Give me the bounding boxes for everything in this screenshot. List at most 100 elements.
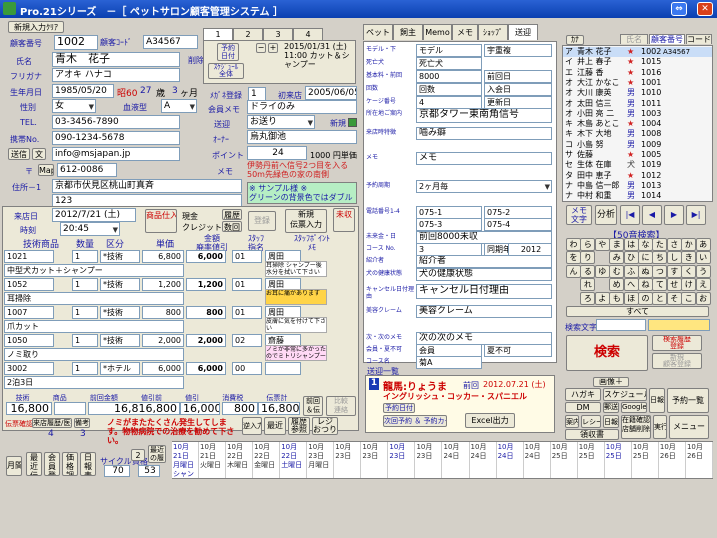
kana-button[interactable]: る <box>580 264 596 278</box>
kana-button[interactable]: の <box>638 291 653 305</box>
row-price[interactable]: 800 <box>142 306 184 319</box>
row-name[interactable]: 耳掃除 <box>4 292 184 305</box>
kana-button[interactable]: と <box>652 291 668 305</box>
pet-field-value2[interactable]: 075-4 <box>484 218 552 231</box>
kana-button[interactable]: ち <box>652 251 668 265</box>
pet-tab[interactable]: Memo <box>423 24 452 40</box>
pet-field-value2[interactable]: 宇重複 <box>484 44 552 57</box>
right-tab-code[interactable]: コード <box>686 34 712 44</box>
customer-id-field[interactable]: 1002 <box>54 35 98 50</box>
new-checkbox[interactable] <box>348 118 357 127</box>
zip-field[interactable]: 612-0086 <box>57 163 117 177</box>
nav-first-button[interactable]: |◀ <box>620 205 640 225</box>
row-name[interactable]: ノミ取り <box>4 348 184 361</box>
all-button[interactable]: すべて <box>566 306 709 317</box>
pet-tab[interactable]: ｼｮｯﾌﾟ <box>478 24 508 40</box>
daily-report2-button[interactable]: 日報 <box>603 415 619 428</box>
postcard-button[interactable]: ハガキ <box>565 388 601 401</box>
member-memo-field[interactable]: ドライのみ <box>247 100 357 114</box>
recent-history-button[interactable]: 最近 の履歴 <box>148 445 166 463</box>
row-name[interactable]: 2泊3日 <box>4 376 184 389</box>
schedule-cell[interactable]: 10月23日 月曜日 <box>307 442 335 478</box>
kana-button[interactable]: ろ <box>580 291 596 305</box>
customer-list-row[interactable]: ア 青木 花子 ★ 1002 A34567 <box>563 47 712 57</box>
send-type-select[interactable]: お送り <box>247 115 315 129</box>
kana-button[interactable]: せ <box>666 278 682 292</box>
daily-button[interactable]: 日報 <box>649 388 665 413</box>
pet-tab[interactable]: ペット <box>363 24 393 40</box>
pet-field-value2[interactable]: 入会日 <box>484 83 552 96</box>
kana-button[interactable]: な <box>638 238 653 251</box>
kana-button[interactable]: に <box>638 251 653 265</box>
reservation-list-button[interactable]: 予約一覧 <box>667 388 709 413</box>
customer-list-row[interactable]: オ 太田 信三 男 1011 <box>563 99 712 109</box>
register-button[interactable]: 登録 <box>248 211 276 231</box>
customer-list-row[interactable]: エ 江藤 香 ★ 1016 <box>563 68 712 78</box>
row-amount[interactable]: 6,000 <box>186 250 226 263</box>
kana-button[interactable]: て <box>652 278 668 292</box>
row-amount[interactable]: 2,000 <box>186 334 226 347</box>
pet-tab[interactable]: 送迎 <box>508 24 538 40</box>
history-button[interactable]: 履歴 <box>222 209 242 220</box>
row-qty[interactable]: 1 <box>72 278 98 291</box>
history-reference-button[interactable]: 履歴 参照 <box>288 417 310 435</box>
nav-prev-button[interactable]: ◀ <box>642 205 662 225</box>
customer-list-row[interactable]: オ 大江 かなこ ★ 1001 <box>563 78 712 88</box>
mail-button[interactable]: 文 <box>32 148 46 160</box>
row-disc[interactable]: 02 <box>232 334 262 347</box>
member-register-button[interactable]: 会員 登録 <box>44 452 60 476</box>
new-slip-button[interactable]: 新規 伝票入力 <box>285 209 327 233</box>
excel-output-button[interactable]: Excel出力 <box>465 413 515 428</box>
map-button[interactable]: Map <box>38 164 54 176</box>
kana-search-button[interactable]: ｶﾅ <box>566 35 584 45</box>
image-plus-button[interactable]: 画像＋ <box>593 377 629 387</box>
customer-list-row[interactable]: ナ 中島 信一郎 男 1013 <box>563 181 712 191</box>
row-price[interactable]: 1,200 <box>142 278 184 291</box>
row-code[interactable]: 1007 <box>4 306 54 319</box>
row-code[interactable]: 1050 <box>4 334 54 347</box>
right-tab-name[interactable]: 氏名 <box>620 34 648 44</box>
kana-button[interactable]: れ <box>580 278 596 292</box>
schedule-cell[interactable]: 10月25日 <box>577 442 605 478</box>
row-code[interactable]: 1052 <box>4 278 54 291</box>
row-disc[interactable]: 01 <box>232 278 262 291</box>
row-price[interactable]: 2,000 <box>142 334 184 347</box>
stepper-plus-button[interactable]: + <box>268 43 278 53</box>
nav-next-button[interactable]: ▶ <box>664 205 684 225</box>
schedule-cell[interactable]: 10月22日 木曜日 <box>226 442 254 478</box>
customer-list-row[interactable]: オ 大川 康英 男 1010 <box>563 88 712 98</box>
execute-button[interactable]: 実行 <box>653 415 667 439</box>
row-price[interactable]: 6,000 <box>142 362 184 375</box>
customer-list-row[interactable]: キ 木島 あとこ ★ 1004 <box>563 119 712 129</box>
pet-field-value[interactable]: 075-3 <box>416 218 482 231</box>
time-select[interactable]: 20:45 <box>60 222 120 236</box>
send-button[interactable]: 送信 <box>8 148 30 160</box>
monthly-button[interactable]: 月間 <box>6 456 22 476</box>
owner-field[interactable]: 烏丸御池 <box>247 130 357 144</box>
pet-field-value[interactable]: 菊A <box>416 356 482 369</box>
row-memo[interactable] <box>265 362 301 375</box>
pay-cash-radio[interactable]: 現金 <box>182 211 198 222</box>
menu-button[interactable]: メニュー <box>669 415 709 439</box>
register-change-button[interactable]: レジ おつり <box>312 417 338 435</box>
kana-button[interactable]: み <box>609 251 625 265</box>
furigana-field[interactable]: アオキ ハナコ <box>52 68 180 82</box>
kana-button[interactable]: ひ <box>623 251 639 265</box>
row-qty[interactable]: 1 <box>72 362 98 375</box>
pet-field-value[interactable]: 美容クレーム <box>416 305 552 318</box>
email-field[interactable]: info@msjapan.jp <box>52 147 180 161</box>
row-name[interactable]: 中型犬カット＋シャンプー <box>4 264 184 277</box>
kana-button[interactable]: う <box>695 264 711 278</box>
kana-button[interactable]: ぬ <box>638 264 653 278</box>
pet-field-value2[interactable]: 夏不可 <box>484 344 552 357</box>
customer-list-row[interactable]: ナ 中村 和重 男 1014 <box>563 191 712 201</box>
kana-button[interactable]: た <box>652 238 668 251</box>
schedule-cell[interactable]: 10月23日 <box>415 442 443 478</box>
stepper-minus-button[interactable]: − <box>256 43 266 53</box>
first-visit-field[interactable]: 2005/06/05 <box>305 86 357 100</box>
kana-button[interactable]: わ <box>566 238 581 251</box>
goods-purchase-button[interactable]: 商品仕入 <box>145 209 177 233</box>
schedule-cell[interactable]: 10月23日 <box>334 442 362 478</box>
price-adjust-button[interactable]: 価格 調整 <box>62 452 78 476</box>
row-qty[interactable]: 1 <box>72 334 98 347</box>
